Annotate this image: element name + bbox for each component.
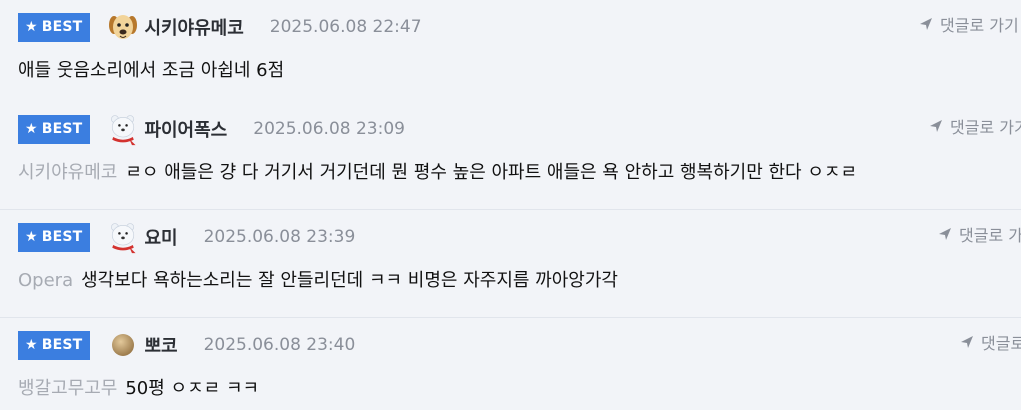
comment-body: Opera 생각보다 욕하는소리는 잘 안들리던데 ㅋㅋ 비명은 자주지름 까아앙… [18,266,618,292]
best-badge: ★ BEST [18,222,91,252]
mention-nickname[interactable]: 뱅갈고무고무 [18,378,117,399]
star-icon: ★ [25,229,38,245]
send-arrow-icon [930,120,942,132]
comment-meta: ★ BEST 요미 2025.06.08 23:39 [18,220,356,254]
send-arrow-icon [961,336,973,348]
comment-date: 2025.06.08 22:47 [269,17,422,37]
star-icon: ★ [25,19,38,35]
comment-body: 시키야유메코 ㄹㅇ 애들은 걍 다 거기서 거기던데 뭔 평수 높은 아파트 애들… [18,158,857,184]
reply-link[interactable]: 댓글로 가기 [937,222,1021,246]
comment-date: 2025.06.08 23:39 [203,227,356,247]
reply-link[interactable]: 댓글로 가기 [959,330,1021,354]
reply-link[interactable]: 댓글로 가기 [918,12,1019,36]
comment-item: ★ BEST 요미 2025.06.08 23:39 댓글로 가 Opera 생… [0,210,1021,318]
mention-nickname[interactable]: Opera [18,270,73,291]
comment-text: 애들 웃음소리에서 조금 아쉽네 6점 [18,60,285,81]
best-badge: ★ BEST [18,114,91,144]
comment-body: 뱅갈고무고무 50평 ㅇㅈㄹ ㅋㅋ [18,374,259,400]
send-arrow-icon [920,18,932,30]
dot-avatar-icon[interactable] [106,328,140,362]
comment-text: 생각보다 욕하는소리는 잘 안들리던데 ㅋㅋ 비명은 자주지름 까아앙가각 [81,270,618,291]
comment-meta: ★ BEST 파이어폭스 2025.06.08 23:09 [18,112,405,146]
comment-item: ★ BEST 시키야유메코 2025.06.08 22:47 댓글로 가기 애들… [0,0,1021,107]
comment-date: 2025.06.08 23:09 [253,119,405,139]
comment-meta: ★ BEST 뽀코 2025.06.08 23:40 [18,330,355,360]
reply-link-label: 댓글로 가기 [940,16,1019,35]
star-icon: ★ [25,121,38,137]
comment-date: 2025.06.08 23:40 [203,335,356,355]
best-badge-label: BEST [41,121,83,137]
best-badge: ★ BEST [18,12,91,42]
comment-item: ★ BEST 뽀코 2025.06.08 23:40 댓글로 뱅갈고무고무 50… [0,318,1021,410]
comment-item: ★ BEST 파이어폭스 2025.06.08 23:09 댓글로 가기 시키야… [0,102,1021,210]
reply-link-label: 댓글로 가기 [981,334,1021,353]
comment-text: ㄹㅇ 애들은 걍 다 거기서 거기던데 뭔 평수 높은 아파트 애들은 욕 안하… [125,162,858,183]
best-badge-label: BEST [41,337,83,353]
reply-link-label: 댓글로 가기 [959,226,1021,245]
best-badge: ★ BEST [18,330,91,360]
dog-avatar-icon[interactable] [106,10,140,44]
polar-bear-avatar-icon[interactable] [106,112,140,146]
comment-list: ★ BEST 시키야유메코 2025.06.08 22:47 댓글로 가기 애들… [0,0,1021,410]
reply-link-label: 댓글로 가기 [950,118,1021,137]
comment-meta: ★ BEST 시키야유메코 2025.06.08 22:47 [18,12,422,42]
polar-bear-avatar-icon[interactable] [106,220,140,254]
comment-nickname[interactable]: 요미 [144,224,177,250]
best-badge-label: BEST [41,19,83,35]
reply-link[interactable]: 댓글로 가기 [928,114,1021,138]
comment-body: 애들 웃음소리에서 조금 아쉽네 6점 [18,56,284,82]
mention-nickname[interactable]: 시키야유메코 [18,162,117,183]
comment-text: 50평 ㅇㅈㄹ ㅋㅋ [125,378,260,399]
comment-nickname[interactable]: 시키야유메코 [144,14,243,40]
comment-nickname[interactable]: 뽀코 [144,332,177,358]
star-icon: ★ [25,337,38,353]
send-arrow-icon [939,228,951,240]
comment-nickname[interactable]: 파이어폭스 [144,116,227,142]
best-badge-label: BEST [41,229,83,245]
